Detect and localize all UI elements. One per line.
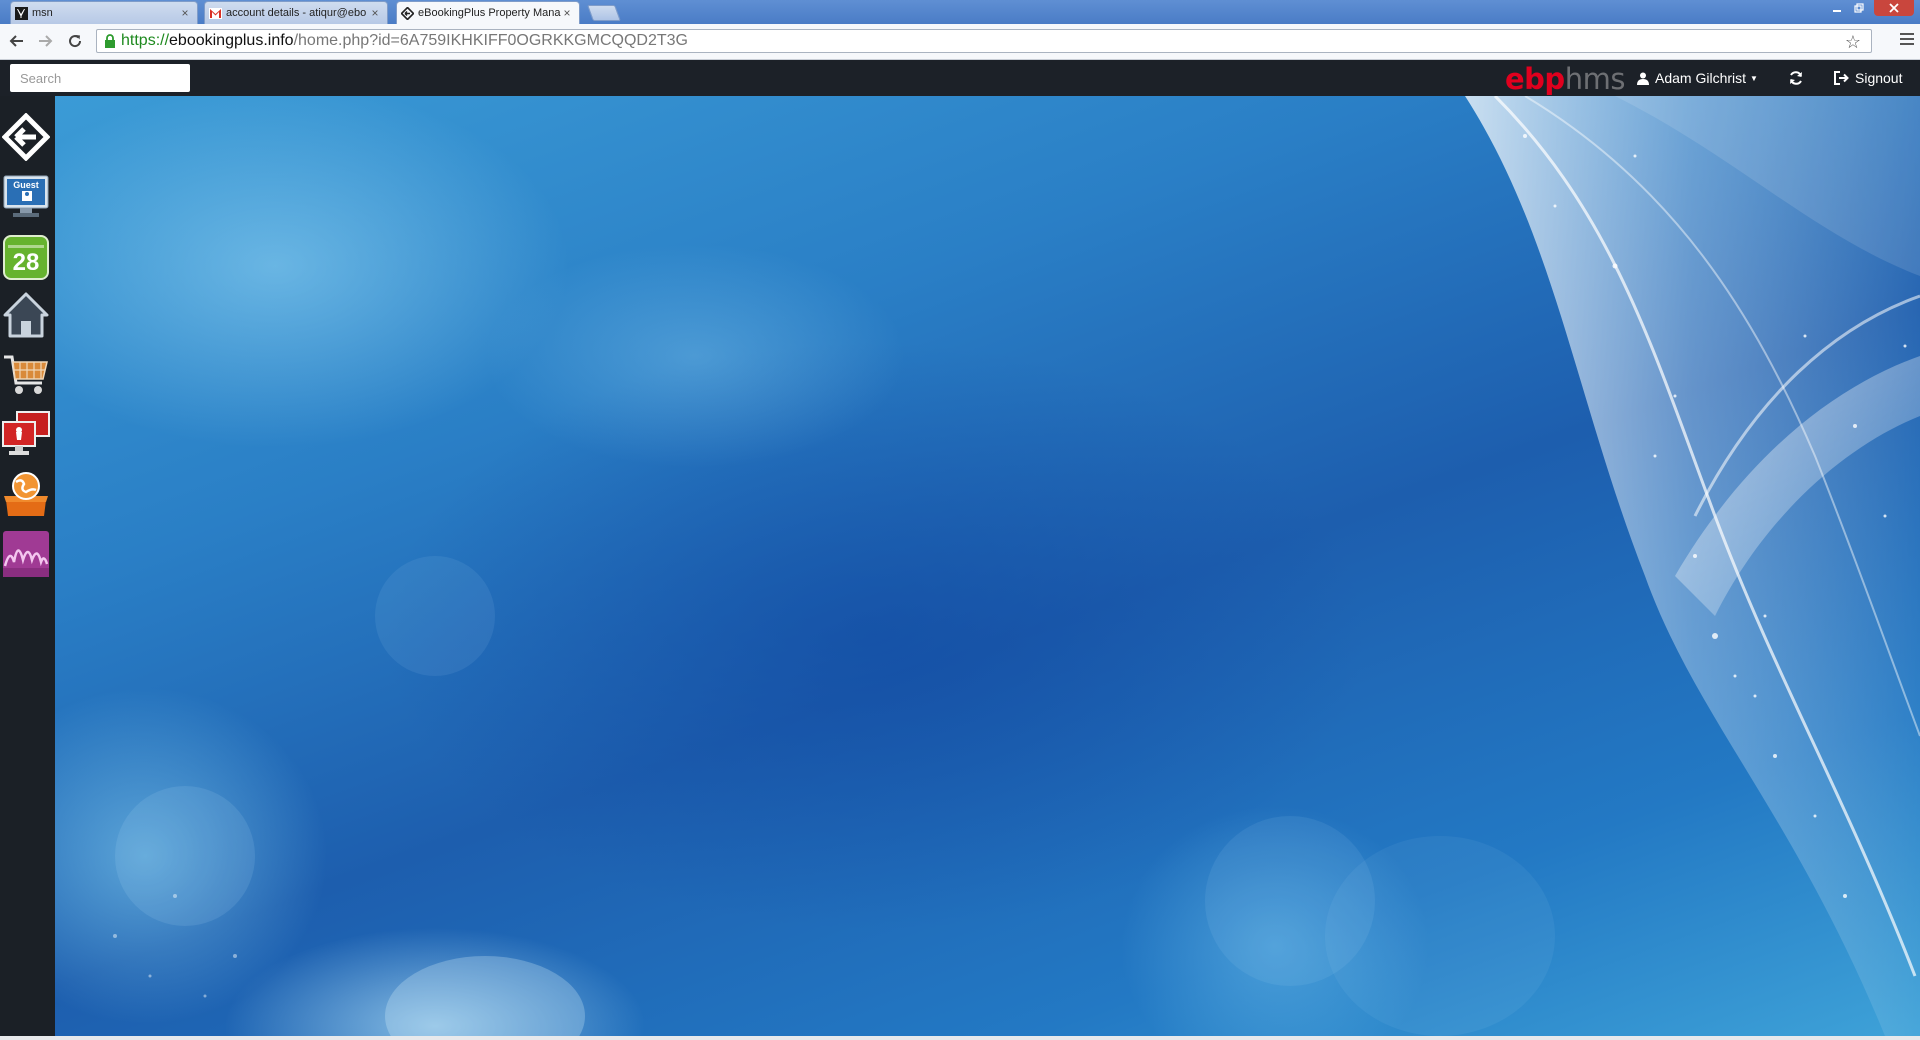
close-icon[interactable]: × [369, 6, 381, 20]
window-bottom-edge [0, 1036, 1920, 1040]
new-tab-button[interactable] [587, 5, 621, 21]
minimize-icon[interactable] [1826, 0, 1848, 16]
tab-title: account details - atiqur@ebo [226, 7, 367, 19]
ebookingplus-icon [401, 6, 414, 20]
sidebar-item-reports[interactable] [0, 530, 52, 582]
close-icon[interactable]: × [179, 6, 191, 20]
tab-ebookingplus[interactable]: eBookingPlus Property Mana × [396, 1, 580, 24]
tab-title: msn [32, 7, 53, 19]
tab-msn[interactable]: msn × [10, 1, 198, 24]
close-icon[interactable]: × [561, 6, 573, 20]
search-input[interactable] [10, 64, 190, 92]
address-bar[interactable]: https://ebookingplus.info/home.php?id=6A… [96, 29, 1872, 53]
restore-icon[interactable] [1848, 0, 1870, 16]
globe-box-icon [2, 470, 50, 523]
signout-label: Signout [1855, 70, 1903, 86]
bookmark-star-icon[interactable]: ☆ [1845, 32, 1861, 53]
refresh-icon[interactable] [1786, 68, 1806, 88]
sidebar-item-ebp-logo[interactable] [0, 111, 52, 166]
ebp-logo-icon [1, 111, 51, 166]
url-path: /home.php?id=6A759IKHKIFF0OGRKKGMCQQD2T3… [293, 32, 688, 49]
monitor-icon [1, 410, 51, 463]
msn-icon [15, 6, 28, 20]
gmail-icon [209, 7, 222, 20]
url-scheme: https:// [121, 32, 170, 49]
user-icon [1637, 72, 1649, 85]
browser-tab-strip: msn × account details - atiqur@ebo × eBo… [0, 0, 1920, 24]
light-swirl-decoration [113, 96, 1920, 1036]
chart-icon [2, 530, 50, 583]
shopping-cart-icon [2, 351, 50, 402]
lock-icon [101, 34, 119, 48]
sidebar: Guest 28 [0, 96, 55, 1036]
guest-label: Guest [13, 180, 39, 190]
back-icon[interactable] [6, 30, 28, 52]
sidebar-item-calendar[interactable]: 28 [0, 231, 52, 283]
brand-part2: hms [1564, 62, 1626, 96]
caret-down-icon: ▼ [1750, 73, 1758, 83]
tab-gmail[interactable]: account details - atiqur@ebo × [204, 1, 388, 24]
sidebar-item-front-desk[interactable] [0, 410, 52, 462]
desktop-background [55, 96, 1920, 1036]
sidebar-item-booking-engine[interactable] [0, 470, 52, 522]
brand-part1: ebp [1505, 62, 1565, 96]
close-window-icon[interactable] [1874, 0, 1914, 16]
app-header: ebphms Adam Gilchrist ▼ Signout [0, 60, 1920, 96]
calendar-day: 28 [12, 249, 40, 276]
reload-icon[interactable] [64, 30, 86, 52]
browser-toolbar: https://ebookingplus.info/home.php?id=6A… [0, 24, 1920, 60]
signout-icon [1834, 71, 1849, 85]
sidebar-item-shop[interactable] [0, 350, 52, 402]
calendar-icon: 28 [2, 233, 50, 281]
tab-title: eBookingPlus Property Mana [418, 7, 561, 19]
user-menu[interactable]: Adam Gilchrist ▼ [1637, 60, 1758, 96]
forward-icon[interactable] [34, 30, 56, 52]
user-name: Adam Gilchrist [1655, 70, 1747, 86]
browser-menu-icon[interactable] [1900, 33, 1914, 47]
guest-monitor-icon: Guest [2, 174, 50, 220]
sidebar-item-guest[interactable]: Guest [0, 171, 52, 223]
house-icon [2, 291, 50, 344]
signout-button[interactable]: Signout [1834, 60, 1902, 96]
sidebar-item-property[interactable] [0, 291, 52, 343]
url-host: ebookingplus.info [169, 32, 294, 49]
brand-logo: ebphms [1505, 62, 1625, 96]
